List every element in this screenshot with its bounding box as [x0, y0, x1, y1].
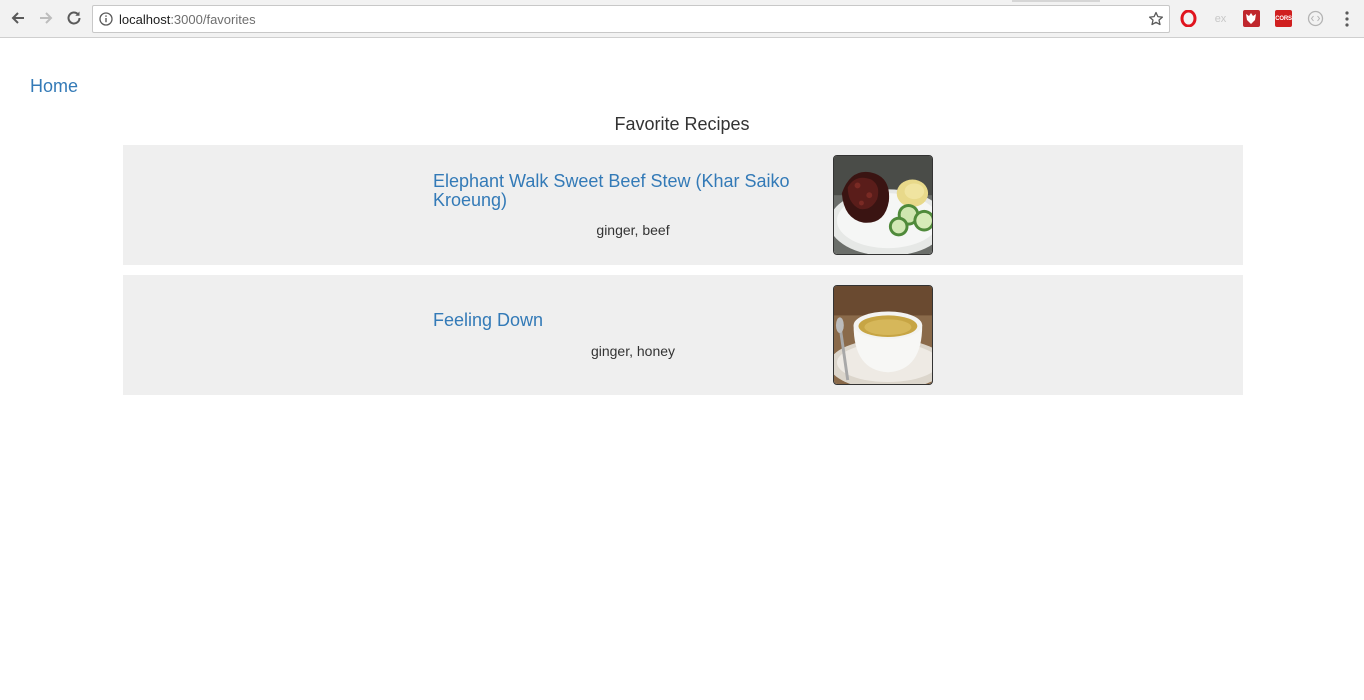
recipe-title-link[interactable]: Feeling Down: [433, 311, 833, 330]
page-title: Favorite Recipes: [614, 114, 750, 134]
beef-stew-plate-image: [834, 156, 932, 254]
url-path: :3000/favorites: [170, 12, 256, 27]
reload-icon: [67, 11, 81, 25]
info-icon[interactable]: [99, 12, 113, 26]
url-text[interactable]: localhost:3000/favorites: [119, 12, 256, 27]
tea-cup-image: [834, 286, 932, 384]
recipe-card: Feeling Down ginger, honey: [123, 275, 1243, 395]
back-button[interactable]: [7, 7, 29, 29]
recipe-ingredients: ginger, honey: [590, 343, 676, 359]
recipe-thumbnail[interactable]: [833, 285, 933, 385]
reload-button[interactable]: [63, 7, 85, 29]
menu-dots-icon[interactable]: [1345, 11, 1349, 27]
bookmark-star-icon[interactable]: [1148, 11, 1164, 27]
tab-strip: [1012, 0, 1100, 2]
browser-toolbar: localhost:3000/favorites ex CORS: [0, 0, 1364, 38]
home-link[interactable]: Home: [30, 76, 78, 97]
url-host: localhost: [119, 12, 171, 27]
recipe-card: Elephant Walk Sweet Beef Stew (Khar Saik…: [123, 145, 1243, 265]
opera-extension-icon[interactable]: [1180, 10, 1197, 27]
code-extension-icon[interactable]: [1307, 10, 1324, 27]
recipe-thumbnail[interactable]: [833, 155, 933, 255]
firebug-extension-icon[interactable]: [1243, 10, 1260, 27]
address-bar[interactable]: localhost:3000/favorites: [92, 5, 1170, 33]
recipe-info: Feeling Down ginger, honey: [433, 311, 833, 360]
arrow-left-icon: [11, 12, 24, 24]
recipe-ingredients: ginger, beef: [596, 222, 670, 238]
ex-extension-icon[interactable]: ex: [1212, 10, 1229, 27]
forward-button[interactable]: [35, 7, 57, 29]
cors-extension-icon[interactable]: CORS: [1275, 10, 1292, 27]
recipe-title-link[interactable]: Elephant Walk Sweet Beef Stew (Khar Saik…: [433, 172, 833, 210]
arrow-right-icon: [40, 12, 53, 24]
recipe-info: Elephant Walk Sweet Beef Stew (Khar Saik…: [433, 172, 833, 239]
